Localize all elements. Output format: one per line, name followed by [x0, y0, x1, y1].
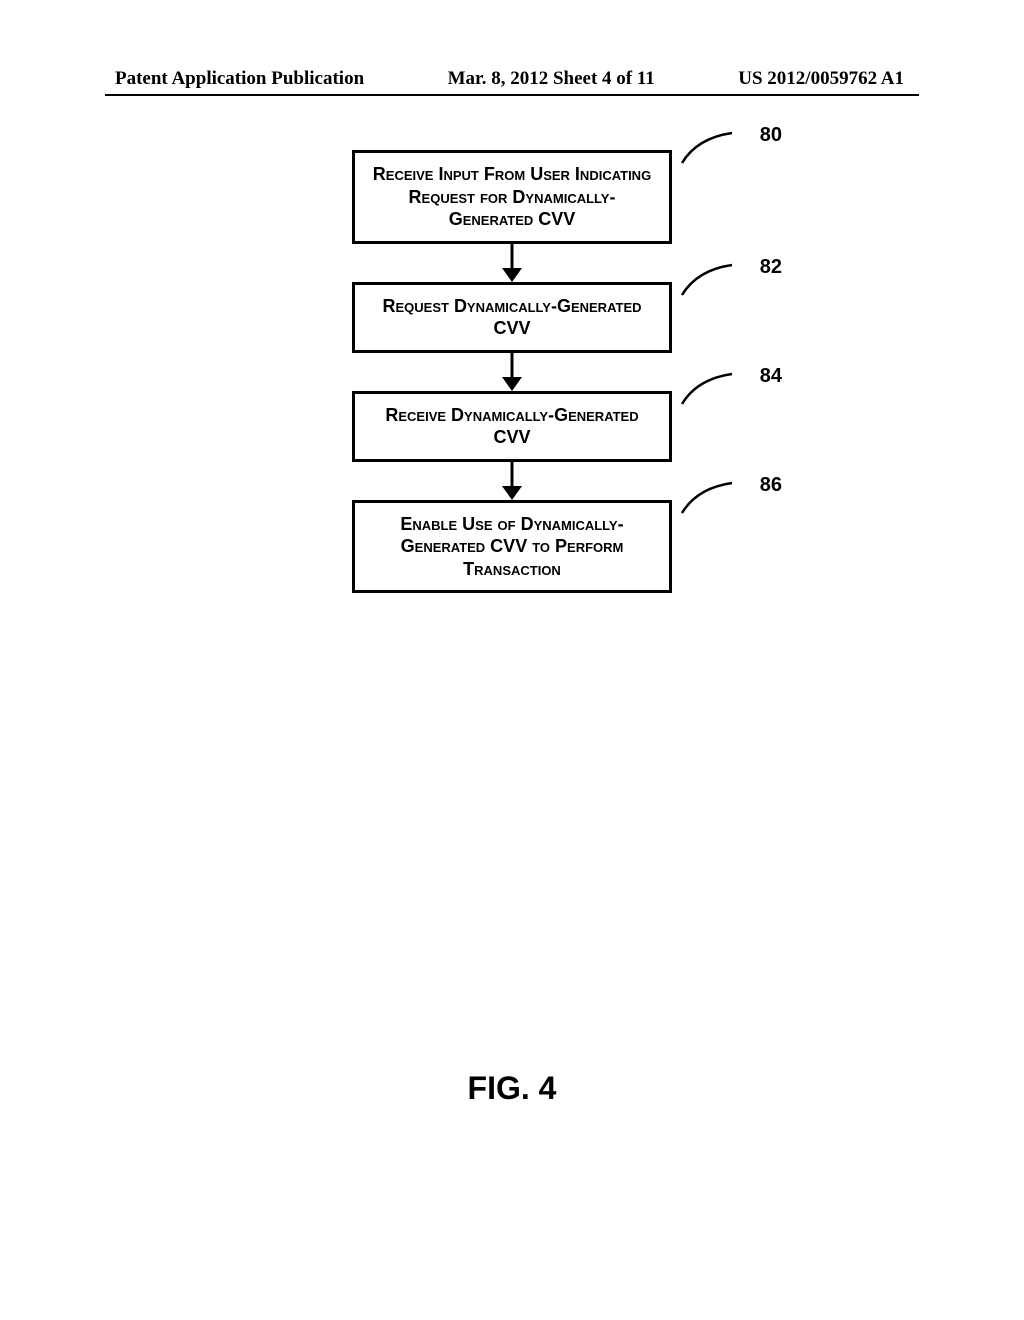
flow-step-84: 84 Receive Dynamically-Generated CVV: [232, 391, 792, 462]
ref-label-82: 82: [760, 256, 782, 279]
arrow-head-icon: [502, 377, 522, 391]
page-header: Patent Application Publication Mar. 8, 2…: [0, 68, 1024, 90]
ref-label-80: 80: [760, 124, 782, 147]
leader-curve-86: [677, 478, 737, 518]
leader-curve-82: [677, 260, 737, 300]
leader-curve-84: [677, 369, 737, 409]
figure-label: FIG. 4: [0, 1070, 1024, 1107]
ref-label-84: 84: [760, 365, 782, 388]
header-divider: [105, 94, 919, 96]
flow-box: Enable Use of Dynamically-Generated CVV …: [352, 500, 672, 594]
flow-box: Request Dynamically-Generated CVV: [352, 282, 672, 353]
header-left: Patent Application Publication: [115, 68, 364, 90]
ref-label-86: 86: [760, 474, 782, 497]
flow-box: Receive Dynamically-Generated CVV: [352, 391, 672, 462]
flow-arrow: [352, 462, 672, 500]
flow-step-80: 80 Receive Input From User Indicating Re…: [232, 150, 792, 244]
flowchart: 80 Receive Input From User Indicating Re…: [232, 150, 792, 593]
arrow-head-icon: [502, 268, 522, 282]
flow-step-86: 86 Enable Use of Dynamically-Generated C…: [232, 500, 792, 594]
header-center: Mar. 8, 2012 Sheet 4 of 11: [448, 68, 655, 90]
flow-arrow: [352, 353, 672, 391]
flow-arrow: [352, 244, 672, 282]
flow-box: Receive Input From User Indicating Reque…: [352, 150, 672, 244]
header-right: US 2012/0059762 A1: [738, 68, 904, 90]
arrow-head-icon: [502, 486, 522, 500]
leader-curve-80: [677, 128, 737, 168]
flow-step-82: 82 Request Dynamically-Generated CVV: [232, 282, 792, 353]
